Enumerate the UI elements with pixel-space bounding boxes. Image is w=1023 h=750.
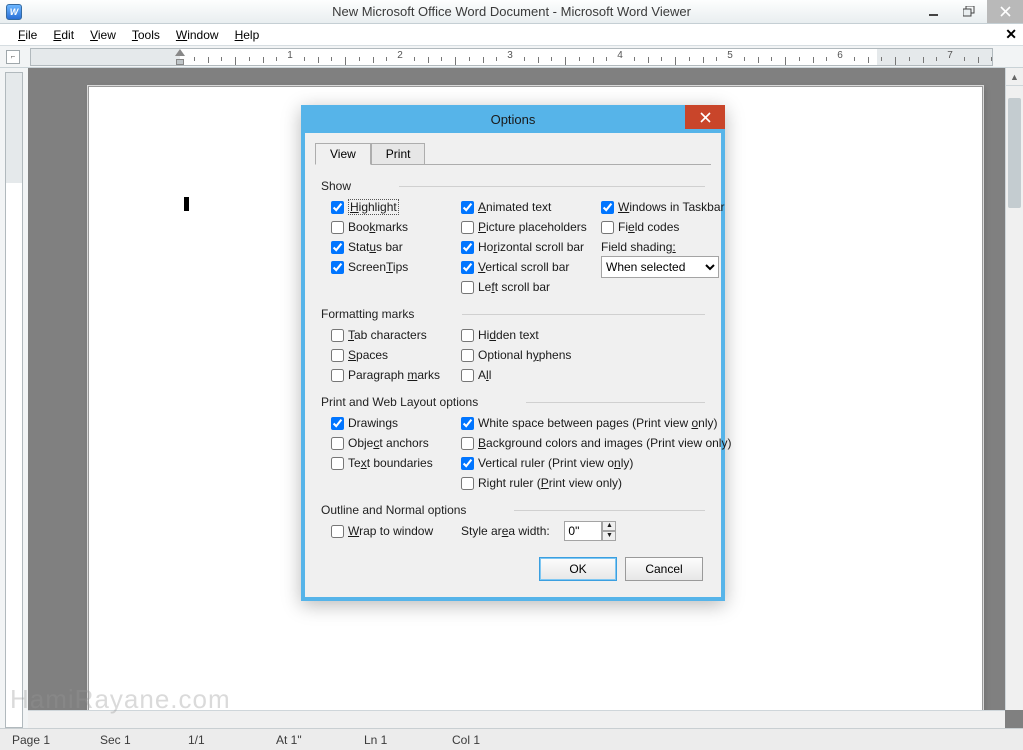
chk-drawings[interactable]: Drawings [331, 413, 461, 433]
ruler-number: 5 [727, 50, 733, 61]
group-outline-label: Outline and Normal options [321, 503, 466, 517]
chk-animated-text[interactable]: Animated text [461, 197, 601, 217]
menu-file[interactable]: File [10, 26, 45, 44]
chk-status-bar[interactable]: Status bar [331, 237, 461, 257]
spin-up-icon[interactable]: ▲ [602, 521, 616, 531]
vertical-ruler[interactable] [5, 72, 23, 728]
statusbar: Page 1 Sec 1 1/1 At 1" Ln 1 Col 1 [0, 728, 1023, 750]
tab-view[interactable]: View [315, 143, 371, 165]
scroll-thumb[interactable] [1008, 98, 1021, 208]
chk-paragraph-marks[interactable]: Paragraph marks [331, 365, 461, 385]
chk-horizontal-scroll[interactable]: Horizontal scroll bar [461, 237, 601, 257]
field-shading-label: Field shading: [601, 237, 741, 257]
horizontal-ruler[interactable]: 1 2 3 4 5 6 7 [30, 48, 993, 66]
ruler-number: 1 [287, 50, 293, 61]
menubar: File Edit View Tools Window Help ✕ [0, 24, 1023, 46]
chk-vertical-ruler[interactable]: Vertical ruler (Print view only) [461, 453, 731, 473]
style-area-width-label: Style area width: [461, 524, 550, 538]
group-formatting-label: Formatting marks [321, 307, 414, 321]
dialog-button-row: OK Cancel [315, 549, 711, 589]
ruler-corner[interactable]: ⌐ [6, 50, 20, 64]
ruler-number: 7 [947, 50, 953, 61]
titlebar: W New Microsoft Office Word Document - M… [0, 0, 1023, 24]
chk-optional-hyphens[interactable]: Optional hyphens [461, 345, 731, 365]
minimize-button[interactable] [915, 0, 951, 23]
chk-background-colors[interactable]: Background colors and images (Print view… [461, 433, 731, 453]
ruler-bar: ⌐ 1 2 3 4 5 6 7 [0, 46, 1023, 68]
chk-hidden-text[interactable]: Hidden text [461, 325, 731, 345]
ruler-number: 6 [837, 50, 843, 61]
chk-bookmarks[interactable]: Bookmarks [331, 217, 461, 237]
chk-right-ruler[interactable]: Right ruler (Print view only) [461, 473, 731, 493]
first-line-indent-icon[interactable] [175, 49, 185, 56]
chk-vertical-scroll[interactable]: Vertical scroll bar [461, 257, 601, 277]
minimize-icon [928, 6, 939, 17]
chk-left-scroll[interactable]: Left scroll bar [461, 277, 601, 297]
chk-picture-placeholders[interactable]: Picture placeholders [461, 217, 601, 237]
text-cursor [184, 197, 189, 211]
chk-tab-characters[interactable]: Tab characters [331, 325, 461, 345]
menu-help[interactable]: Help [227, 26, 268, 44]
close-window-button[interactable] [987, 0, 1023, 23]
tab-panel-view: Show Highlight Animated text Windows in … [315, 169, 711, 549]
hanging-indent-icon[interactable] [176, 59, 184, 65]
ok-button[interactable]: OK [539, 557, 617, 581]
chk-spaces[interactable]: Spaces [331, 345, 461, 365]
options-dialog: Options View Print Show Highlight Animat… [301, 105, 725, 601]
group-print-web-label: Print and Web Layout options [321, 395, 478, 409]
ruler-number: 2 [397, 50, 403, 61]
chk-wrap-to-window[interactable]: Wrap to window [331, 521, 461, 541]
close-icon [1000, 6, 1011, 17]
style-area-width-row: Style area width: ▲ ▼ [461, 521, 731, 541]
close-document-button[interactable]: ✕ [1005, 26, 1017, 43]
dialog-close-button[interactable] [685, 105, 725, 129]
menu-window[interactable]: Window [168, 26, 227, 44]
chk-windows-in-taskbar[interactable]: Windows in Taskbar [601, 197, 741, 217]
dialog-tabstrip: View Print [315, 141, 711, 165]
dialog-title: Options [491, 112, 536, 127]
restore-icon [963, 6, 975, 17]
chk-white-space[interactable]: White space between pages (Print view on… [461, 413, 731, 433]
style-area-width-input[interactable]: ▲ ▼ [564, 521, 616, 541]
spin-down-icon[interactable]: ▼ [602, 531, 616, 541]
chk-all[interactable]: All [461, 365, 731, 385]
menu-view[interactable]: View [82, 26, 124, 44]
tab-print[interactable]: Print [371, 143, 426, 164]
ruler-number: 3 [507, 50, 513, 61]
app-icon: W [6, 4, 22, 20]
field-shading-select[interactable]: When selected [601, 256, 719, 278]
chk-object-anchors[interactable]: Object anchors [331, 433, 461, 453]
group-show-label: Show [321, 179, 351, 193]
horizontal-scrollbar[interactable] [28, 710, 1005, 728]
ruler-number: 4 [617, 50, 623, 61]
close-icon [700, 112, 711, 123]
chk-text-boundaries[interactable]: Text boundaries [331, 453, 461, 473]
vertical-scrollbar[interactable]: ▲ [1005, 68, 1023, 710]
maximize-button[interactable] [951, 0, 987, 23]
cancel-button[interactable]: Cancel [625, 557, 703, 581]
menu-edit[interactable]: Edit [45, 26, 82, 44]
chk-field-codes[interactable]: Field codes [601, 217, 741, 237]
chk-highlight[interactable]: Highlight [331, 197, 461, 217]
chk-screentips[interactable]: ScreenTips [331, 257, 461, 277]
scroll-up-icon[interactable]: ▲ [1006, 68, 1023, 86]
window-title: New Microsoft Office Word Document - Mic… [0, 4, 1023, 19]
dialog-titlebar[interactable]: Options [301, 105, 725, 133]
field-shading-select-wrap: When selected [601, 257, 741, 277]
menu-tools[interactable]: Tools [124, 26, 168, 44]
